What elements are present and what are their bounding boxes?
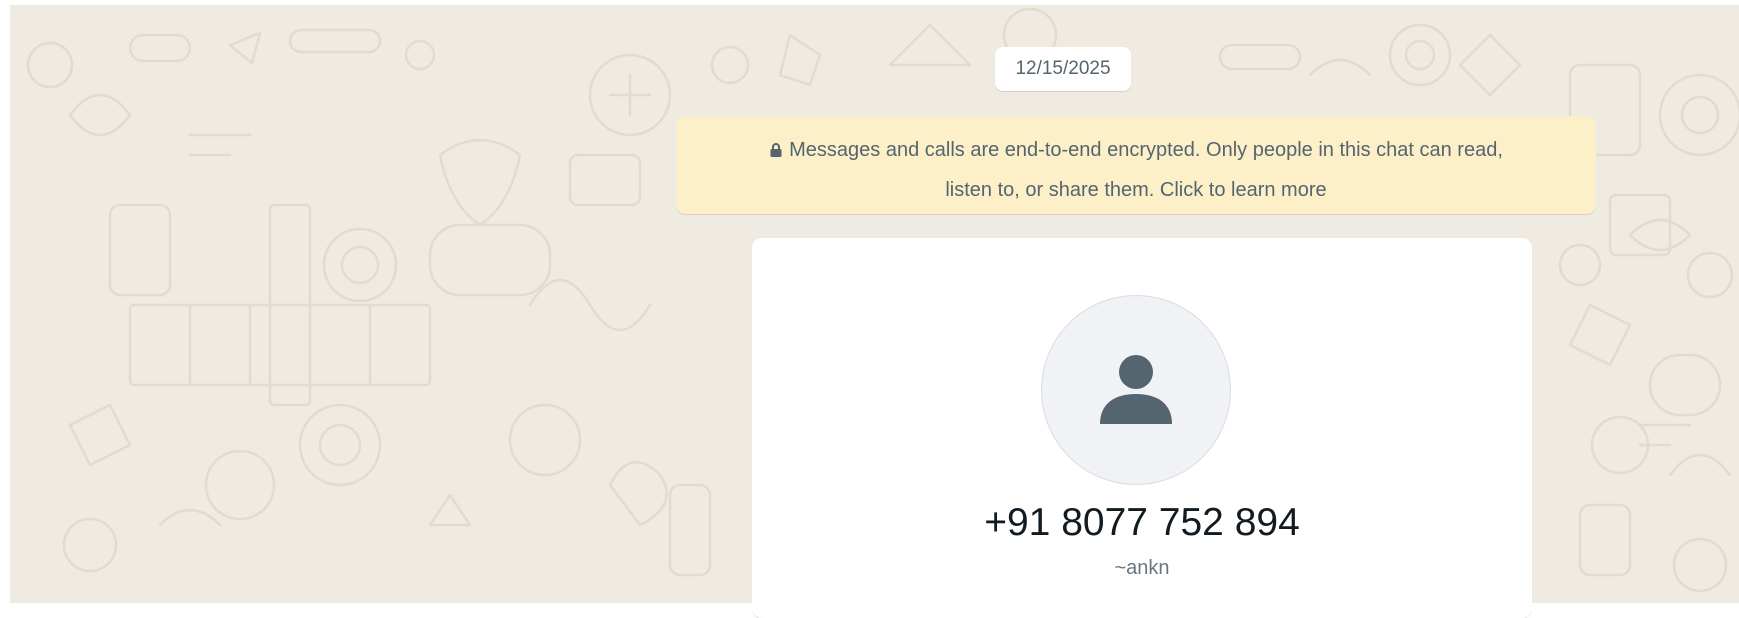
date-chip: 12/15/2025: [995, 47, 1131, 91]
contact-card[interactable]: +91 8077 752 894 ~ankn: [752, 238, 1532, 618]
date-label: 12/15/2025: [1015, 58, 1111, 79]
contact-avatar[interactable]: [1041, 295, 1231, 485]
encryption-notice-line-1: Messages and calls are end-to-end encryp…: [696, 130, 1576, 170]
lock-icon: [770, 143, 782, 157]
encryption-notice[interactable]: Messages and calls are end-to-end encryp…: [676, 116, 1596, 214]
contact-alias: ~ankn: [1114, 557, 1170, 579]
default-person-icon: [1100, 355, 1172, 424]
encryption-notice-line-2: listen to, or share them. Click to learn…: [945, 179, 1327, 201]
contact-phone-number: +91 8077 752 894: [984, 501, 1300, 544]
encryption-notice-text-1: Messages and calls are end-to-end encryp…: [789, 139, 1503, 161]
